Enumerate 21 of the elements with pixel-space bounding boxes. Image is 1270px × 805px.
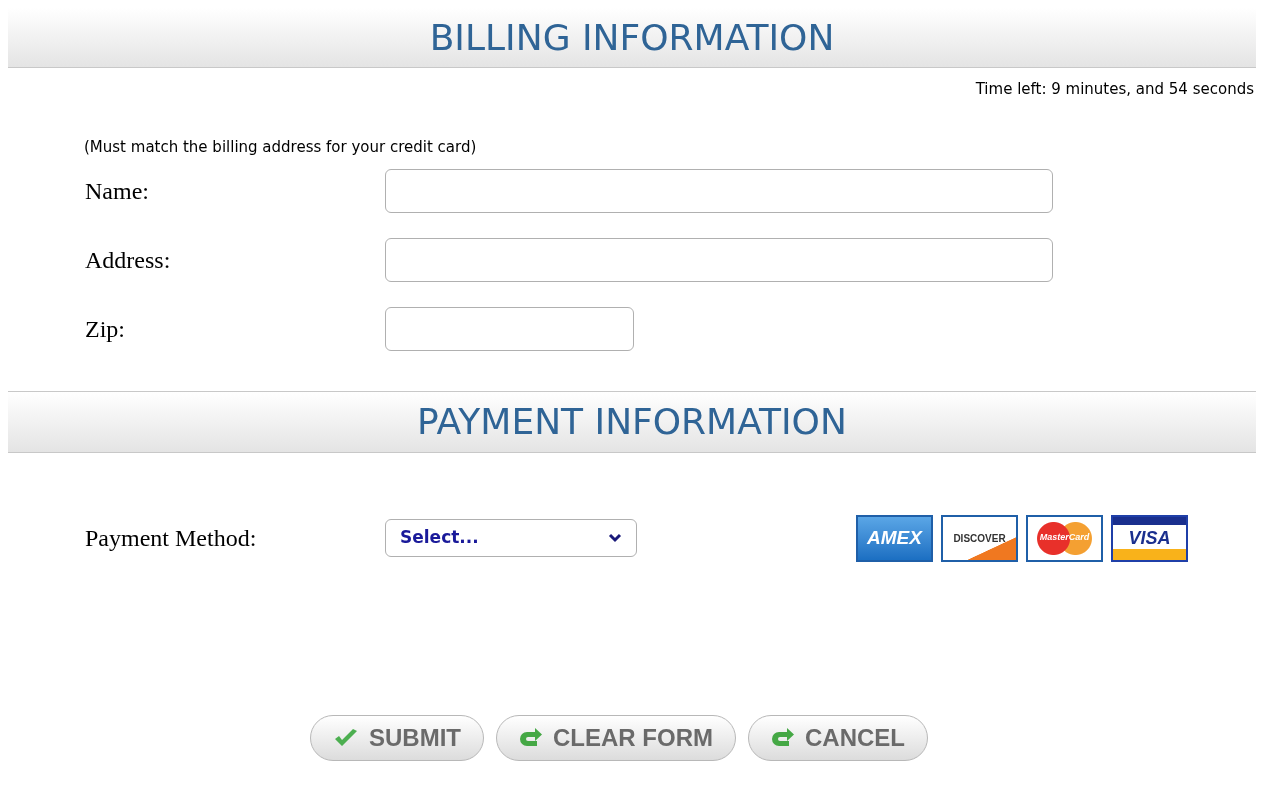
field-label: Name: <box>85 176 150 206</box>
card-logo: VISA <box>1111 514 1188 562</box>
note-text: (Must match the billing address for your credit card) <box>84 137 477 156</box>
card-logo: AMEX <box>856 514 933 562</box>
field-label: Payment Method: <box>85 524 258 553</box>
section-title: BILLING INFORMATION <box>429 15 835 60</box>
payment-method-select[interactable]: Select... <box>385 519 637 557</box>
form-button[interactable]: CLEAR FORM <box>496 714 736 761</box>
card-logo: MasterCard <box>1026 514 1103 562</box>
input-field[interactable] <box>385 168 1053 213</box>
timer-text: Time left: 9 minutes, and 54 seconds <box>975 79 1255 100</box>
field-label: Address: <box>85 245 172 275</box>
field-label: Zip: <box>85 314 126 344</box>
input-field[interactable] <box>385 237 1053 282</box>
form-button[interactable]: SUBMIT <box>310 714 484 761</box>
chevron-down-icon <box>608 533 622 543</box>
form-button[interactable]: CANCEL <box>748 714 928 761</box>
section-title: PAYMENT INFORMATION <box>417 399 847 444</box>
check-icon <box>333 727 359 748</box>
input-field[interactable] <box>385 306 634 351</box>
card-logo: DISCOVER <box>941 514 1018 562</box>
